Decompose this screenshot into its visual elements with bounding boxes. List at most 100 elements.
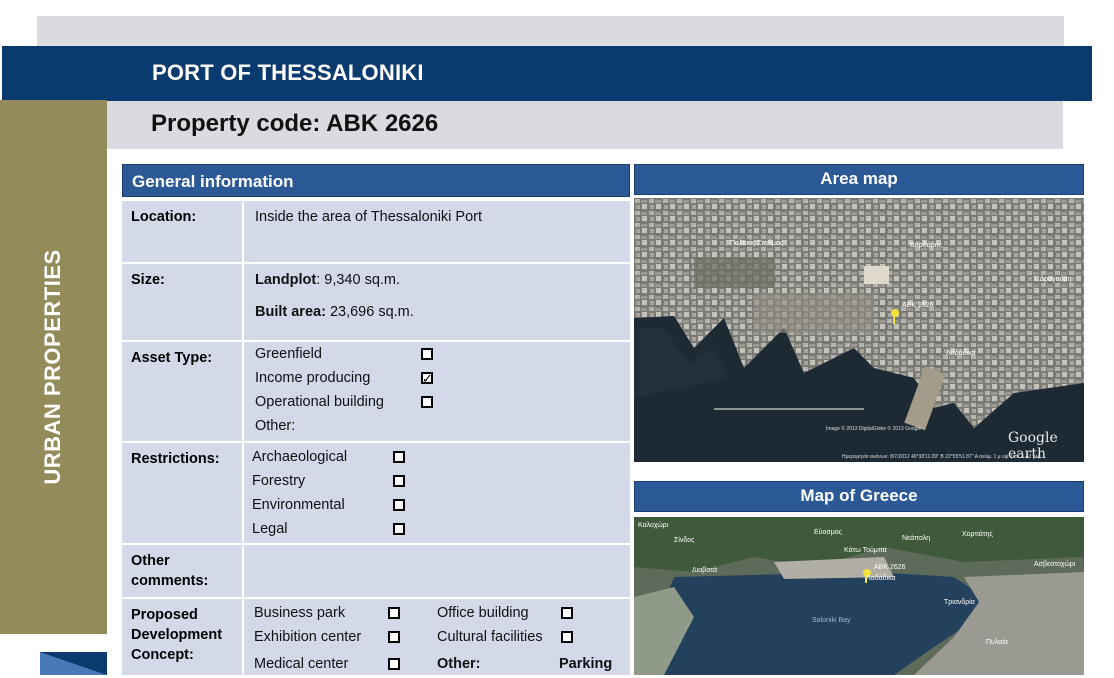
dev-cultural-facilities: Cultural facilities	[437, 627, 617, 654]
greece-place-7: Τριανδρία	[944, 599, 975, 606]
checkbox-income-producing[interactable]	[421, 369, 433, 389]
option-greenfield: Greenfield	[255, 344, 621, 368]
area-map-place-1: Παλαιός Σταθμός	[730, 240, 784, 247]
restriction-archaeological: Archaeological	[252, 447, 621, 471]
other-comments-value[interactable]	[246, 545, 630, 597]
development-col1: Business park Exhibition center Medical …	[254, 603, 414, 678]
development-label-line3: Concept:	[131, 647, 194, 663]
restrictions-label: Restrictions:	[122, 443, 244, 543]
dev-medical-center: Medical center	[254, 654, 414, 678]
greece-map-satellite	[634, 517, 1084, 675]
restriction-archaeological-label: Archaeological	[252, 449, 348, 465]
area-map-place-2: Βαρδάρης	[910, 242, 942, 249]
checkbox-cultural-facilities[interactable]	[561, 631, 573, 643]
greece-place-2: Εύοσμος	[814, 529, 843, 536]
other-comments-label-line1: Other	[131, 553, 170, 569]
side-label: URBAN PROPERTIES	[40, 249, 65, 485]
option-operational-building: Operational building	[255, 392, 621, 416]
restriction-legal: Legal	[252, 519, 621, 543]
dev-cultural-facilities-label: Cultural facilities	[437, 629, 543, 645]
greece-map-heading: Map of Greece	[634, 481, 1084, 512]
row-restrictions: Restrictions: Archaeological Forestry En…	[122, 443, 630, 543]
dev-other-value: Parking	[559, 656, 613, 672]
checkbox-business-park[interactable]	[388, 607, 400, 619]
property-code: Property code: ABK 2626	[151, 110, 439, 137]
area-map-place-4: Ι. Δραγούμη	[1034, 276, 1072, 283]
checkbox-medical-center[interactable]	[388, 658, 400, 670]
restriction-environmental: Environmental	[252, 495, 621, 519]
built-area-label: Built area:	[255, 304, 326, 320]
checkbox-greenfield[interactable]	[421, 348, 433, 360]
development-options: Business park Exhibition center Medical …	[246, 599, 630, 675]
landplot-line: Landplot: 9,340 sq.m.	[255, 270, 621, 290]
area-map-image[interactable]: ABK 2626 Παλαιός Σταθμός Βαρδάρης Λαδάδι…	[634, 198, 1084, 462]
area-map-credits: Image © 2013 DigitalGlobe © 2013 Google	[826, 426, 922, 432]
logo-shape-icon	[40, 652, 107, 675]
title-bar: PORT OF THESSALONIKI	[2, 46, 1092, 101]
row-development: Proposed Development Concept: Business p…	[122, 599, 630, 675]
page-title: PORT OF THESSALONIKI	[152, 60, 424, 85]
restrictions-options: Archaeological Forestry Environmental Le…	[246, 443, 630, 543]
restriction-forestry-label: Forestry	[252, 473, 306, 489]
dev-office-building-label: Office building	[437, 605, 529, 621]
built-area-value: 23,696 sq.m.	[325, 304, 414, 320]
greece-place-1: Καλοχώρι	[638, 522, 669, 529]
landplot-value: : 9,340 sq.m.	[316, 272, 401, 288]
development-label-line1: Proposed	[131, 607, 198, 623]
dev-other-label: Other:	[437, 656, 481, 672]
other-comments-label: Other comments:	[122, 545, 244, 597]
option-operational-building-label: Operational building	[255, 394, 384, 410]
landplot-label: Landplot	[255, 272, 317, 288]
option-income-producing: Income producing	[255, 368, 621, 392]
dev-office-building: Office building	[437, 603, 617, 627]
area-map-satellite	[634, 198, 1084, 462]
restriction-forestry: Forestry	[252, 471, 621, 495]
development-label: Proposed Development Concept:	[122, 599, 244, 675]
area-map-heading: Area map	[634, 164, 1084, 195]
asset-type-options: Greenfield Income producing Operational …	[246, 342, 630, 441]
row-asset-type: Asset Type: Greenfield Income producing …	[122, 342, 630, 441]
greece-map-pin-label: ABK 2626	[874, 564, 906, 571]
row-location: Location: Inside the area of Thessalonik…	[122, 201, 630, 262]
checkbox-operational-building[interactable]	[421, 396, 433, 408]
bay-label: Saloniki Bay	[812, 617, 851, 624]
corner-logo	[40, 652, 107, 675]
top-gray-band	[37, 16, 1064, 46]
property-code-bar: Property code: ABK 2626	[107, 101, 1063, 149]
development-label-line2: Development	[131, 627, 223, 643]
size-value: Landplot: 9,340 sq.m. Built area: 23,696…	[246, 264, 630, 340]
area-map-status: Ημερομηνία εικόνων: 8/7/2012 40°38'11.09…	[842, 454, 1041, 460]
greece-place-9: Χορτιάτης	[962, 531, 993, 538]
option-greenfield-label: Greenfield	[255, 346, 322, 362]
other-comments-label-line2: comments:	[131, 573, 209, 589]
checkbox-archaeological[interactable]	[393, 451, 405, 463]
row-size: Size: Landplot: 9,340 sq.m. Built area: …	[122, 264, 630, 340]
dev-exhibition-center-label: Exhibition center	[254, 629, 362, 645]
asset-type-label: Asset Type:	[122, 342, 244, 441]
greece-place-6: Σίνδος	[674, 537, 695, 544]
greece-place-5: Διαβατά	[692, 567, 718, 574]
checkbox-exhibition-center[interactable]	[388, 631, 400, 643]
dev-other: Other: Parking	[437, 654, 617, 678]
checkbox-forestry[interactable]	[393, 475, 405, 487]
greece-place-10: Ασβεστοχώρι	[1034, 561, 1076, 568]
option-income-producing-label: Income producing	[255, 370, 371, 386]
general-info-heading: General information	[122, 164, 630, 197]
dev-medical-center-label: Medical center	[254, 656, 349, 672]
option-other: Other:	[255, 416, 621, 440]
built-area-line: Built area: 23,696 sq.m.	[255, 302, 621, 322]
row-other-comments: Other comments:	[122, 545, 630, 597]
area-map-pin-label: ABK 2626	[902, 302, 934, 309]
greece-map-image[interactable]: ABK 2626 Λαδάδικα Saloniki Bay Καλοχώρι …	[634, 517, 1084, 675]
size-label: Size:	[122, 264, 244, 340]
checkbox-office-building[interactable]	[561, 607, 573, 619]
greece-place-4: Πυλαία	[986, 639, 1008, 646]
area-map-place-3: Λαδάδικα	[946, 350, 976, 357]
development-col2: Office building Cultural facilities Othe…	[437, 603, 617, 678]
dev-business-park: Business park	[254, 603, 414, 627]
location-value: Inside the area of Thessaloniki Port	[255, 209, 483, 225]
option-other-label: Other:	[255, 418, 296, 434]
checkbox-environmental[interactable]	[393, 499, 405, 511]
dev-business-park-label: Business park	[254, 605, 346, 621]
checkbox-legal[interactable]	[393, 523, 405, 535]
